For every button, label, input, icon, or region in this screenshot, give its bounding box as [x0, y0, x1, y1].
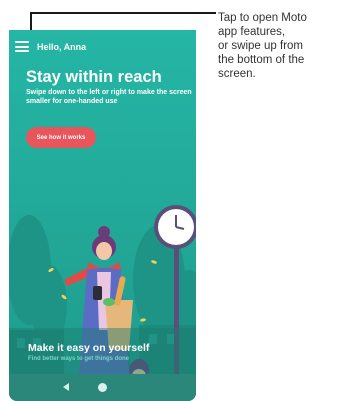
callout-line-5: screen.	[218, 68, 256, 80]
back-icon[interactable]	[63, 383, 69, 391]
callout-line-2: app features,	[218, 26, 286, 38]
page-title: Stay within reach	[26, 68, 162, 86]
card-title: Make it easy on yourself	[28, 342, 150, 354]
callout-line-4: the bottom of the	[218, 54, 305, 66]
greeting: Hello, Anna	[37, 42, 87, 52]
callout-line-3: or swipe up from	[218, 40, 304, 52]
callout-text: Tap to open Moto app features, or swipe …	[218, 11, 345, 81]
navigation-bar	[9, 374, 196, 401]
callout-line-horizontal	[30, 12, 216, 14]
page-subtitle: Swipe down to the left or right to make …	[26, 89, 192, 105]
phone-screen: Hello, Anna Stay within reach Swipe down…	[9, 30, 196, 401]
home-icon[interactable]	[98, 383, 107, 392]
callout-line-1: Tap to open Moto	[218, 12, 307, 24]
see-how-it-works-button[interactable]: See how it works	[26, 127, 96, 148]
card-subtitle: Find better ways to get things done	[28, 356, 130, 362]
menu-icon[interactable]	[15, 41, 29, 53]
